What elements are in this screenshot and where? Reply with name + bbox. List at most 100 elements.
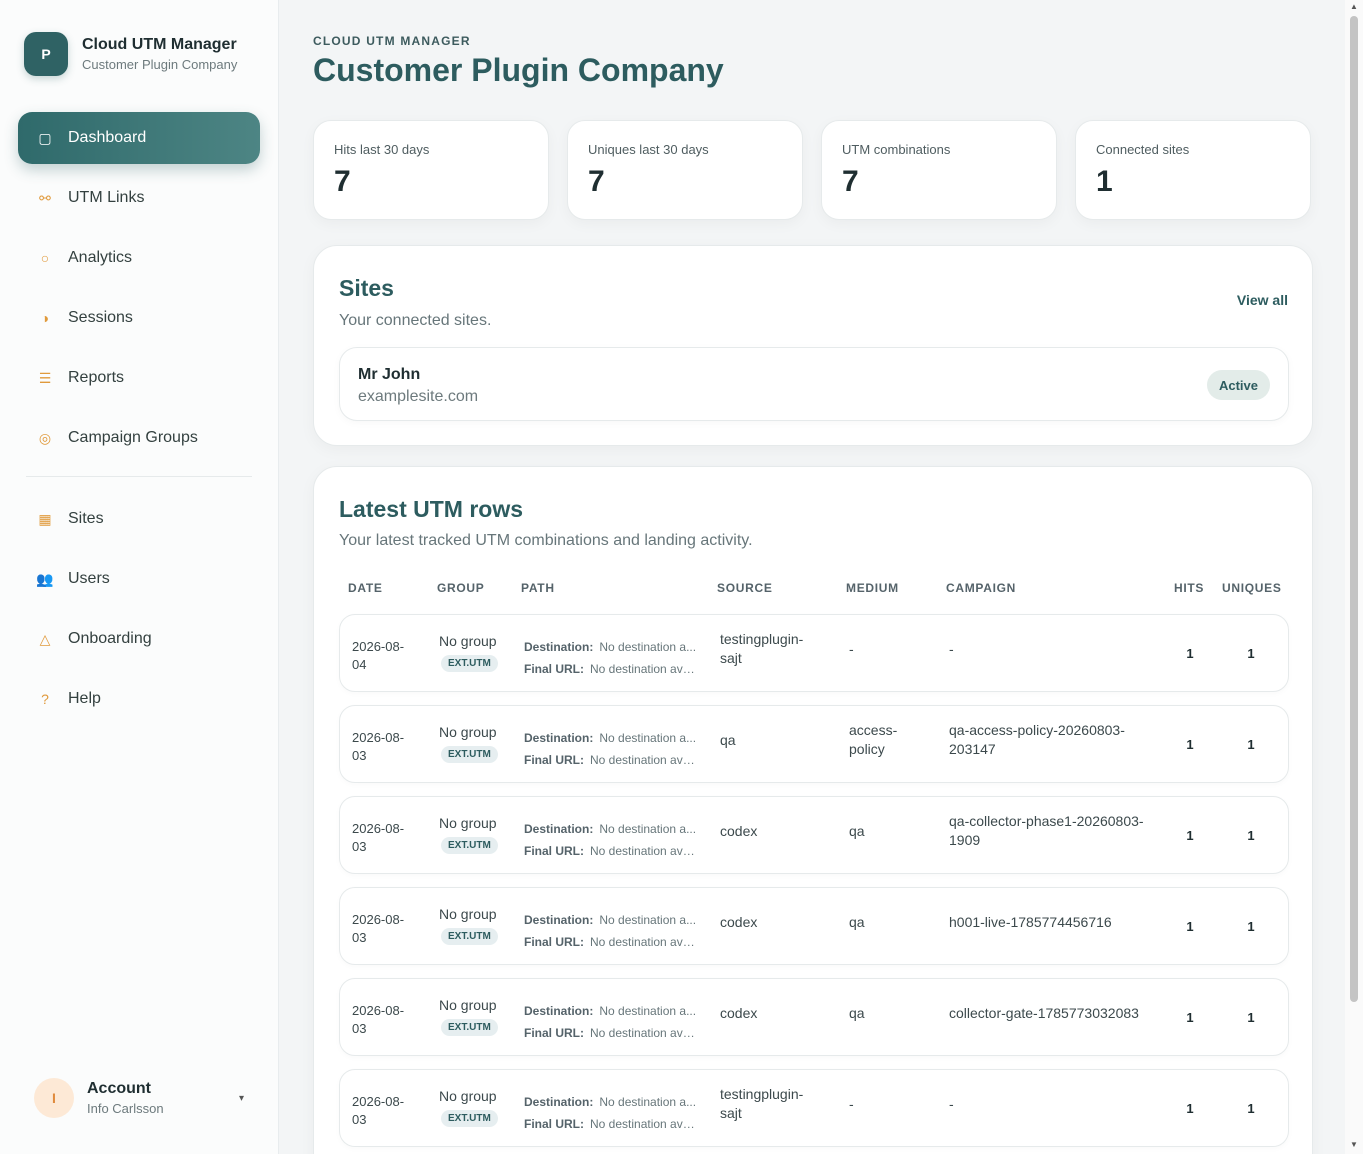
row-date: 2026-08- 03 — [352, 911, 422, 947]
campaign-line1: collector-gate-1785773032083 — [949, 1005, 1139, 1021]
final-url-value: No destination avai... — [590, 1117, 700, 1131]
brand-subtitle: Customer Plugin Company — [82, 57, 238, 72]
row-source: qa — [720, 731, 830, 750]
scrollbar[interactable]: ▲ ▼ — [1345, 0, 1363, 1154]
view-all-link[interactable]: View all — [1237, 292, 1288, 308]
table-row[interactable]: 2026-08- 03 No group EXT.UTM Destination: No … — [339, 1069, 1289, 1147]
destination-label: Destination: — [524, 822, 594, 836]
source-line1: codex — [720, 1005, 758, 1021]
account-name: Info Carlsson — [87, 1101, 164, 1116]
table-row[interactable]: 2026-08- 03 No group EXT.UTM Destination: No … — [339, 978, 1289, 1056]
sidebar-item-utm-links[interactable]: ⚯ UTM Links — [18, 172, 260, 224]
campaign-line2: 203147 — [949, 741, 996, 757]
sidebar-item-reports[interactable]: ☰ Reports — [18, 352, 260, 404]
row-medium: access-policy — [849, 721, 929, 759]
stat-value: 7 — [842, 165, 859, 198]
row-date: 2026-08- 03 — [352, 1002, 422, 1038]
medium-line1: qa — [849, 914, 865, 930]
sidebar-nav: ▢ Dashboard ⚯ UTM Links ○ Analytics ◑ Se… — [18, 112, 260, 733]
row-date-line2: 04 — [352, 657, 367, 672]
row-path: Destination: No destination a... Final URL… — [524, 636, 700, 680]
group-badge: EXT.UTM — [441, 837, 498, 854]
row-hits: 1 — [1186, 646, 1194, 661]
sidebar-item-label: Sessions — [68, 309, 133, 326]
row-medium: qa — [849, 1004, 929, 1023]
row-group: No group EXT.UTM — [439, 906, 509, 945]
final-url-label: Final URL: — [524, 662, 584, 676]
final-url-label: Final URL: — [524, 1026, 584, 1040]
scrollbar-thumb[interactable] — [1350, 16, 1358, 1002]
row-campaign: qa-collector-phase1-20260803- 1909 — [949, 812, 1159, 850]
group-name: No group — [439, 906, 497, 922]
row-date: 2026-08- 03 — [352, 820, 422, 856]
circle-icon: ○ — [40, 250, 50, 266]
row-group: No group EXT.UTM — [439, 997, 509, 1036]
group-name: No group — [439, 997, 497, 1013]
row-medium: - — [849, 640, 929, 659]
medium-line1: access- — [849, 722, 898, 738]
row-date-line1: 2026-08- — [352, 912, 405, 927]
status-badge: Active — [1206, 370, 1270, 400]
sidebar-item-label: Dashboard — [68, 129, 147, 146]
sidebar-item-sessions[interactable]: ◑ Sessions — [18, 292, 260, 344]
row-date: 2026-08- 03 — [352, 1093, 422, 1129]
group-name: No group — [439, 815, 497, 831]
row-uniques: 1 — [1247, 1101, 1255, 1116]
utm-title: Latest UTM rows — [339, 496, 524, 522]
stat-card-utm-combinations: UTM combinations 7 — [821, 120, 1057, 220]
table-row[interactable]: 2026-08- 03 No group EXT.UTM Destination: No … — [339, 796, 1289, 874]
stat-label: Uniques last 30 days — [588, 142, 709, 157]
row-hits: 1 — [1186, 828, 1194, 843]
chevron-down-icon[interactable]: ▾ — [239, 1093, 244, 1104]
sidebar-item-campaign-groups[interactable]: ◎ Campaign Groups — [18, 412, 260, 464]
column-header-source: SOURCE — [717, 581, 773, 595]
row-path: Destination: No destination a... Final URL… — [524, 818, 700, 862]
destination-value: No destination a... — [599, 822, 697, 836]
sidebar-item-label: Sites — [68, 510, 104, 527]
sidebar-item-sites[interactable]: ▦ Sites — [18, 493, 260, 545]
source-line1: codex — [720, 823, 758, 839]
stat-card-connected-sites: Connected sites 1 — [1075, 120, 1311, 220]
scroll-down-icon[interactable]: ▼ — [1350, 1140, 1358, 1149]
table-row[interactable]: 2026-08- 03 No group EXT.UTM Destination: No … — [339, 887, 1289, 965]
table-row[interactable]: 2026-08- 04 No group EXT.UTM Destination: No … — [339, 614, 1289, 692]
help-icon: ? — [41, 691, 49, 707]
final-url-value: No destination avai... — [590, 935, 700, 949]
scroll-up-icon[interactable]: ▲ — [1350, 2, 1358, 11]
sidebar-item-analytics[interactable]: ○ Analytics — [18, 232, 260, 284]
sidebar-item-users[interactable]: 👥 Users — [18, 553, 260, 605]
brand[interactable]: P Cloud UTM Manager Customer Plugin Comp… — [24, 32, 237, 76]
final-url-value: No destination avai... — [590, 1026, 700, 1040]
column-header-medium: MEDIUM — [846, 581, 899, 595]
page-eyebrow: CLOUD UTM MANAGER — [313, 34, 471, 48]
table-row[interactable]: 2026-08- 03 No group EXT.UTM Destination: No … — [339, 705, 1289, 783]
row-campaign: - — [949, 1095, 1159, 1114]
destination-value: No destination a... — [599, 640, 697, 654]
final-url-value: No destination avai... — [590, 662, 700, 676]
sidebar-item-label: Users — [68, 570, 110, 587]
target-icon: ◎ — [38, 429, 52, 446]
campaign-line2: 1909 — [949, 832, 981, 848]
row-path: Destination: No destination a... Final URL… — [524, 1091, 700, 1135]
row-uniques: 1 — [1247, 828, 1255, 843]
group-badge: EXT.UTM — [441, 1110, 498, 1127]
stats-row: Hits last 30 days 7 Uniques last 30 days… — [313, 120, 1313, 220]
campaign-line1: h001-live-1785774456716 — [949, 914, 1112, 930]
group-name: No group — [439, 1088, 497, 1104]
sidebar-item-dashboard[interactable]: ▢ Dashboard — [18, 112, 260, 164]
group-name: No group — [439, 633, 497, 649]
site-row[interactable]: Mr John examplesite.com Active — [339, 347, 1289, 421]
sidebar-item-help[interactable]: ? Help — [18, 673, 260, 725]
account-menu[interactable]: I Account Info Carlsson ▾ — [34, 1078, 244, 1118]
final-url-label: Final URL: — [524, 844, 584, 858]
source-line1: qa — [720, 732, 736, 748]
site-name: Mr John — [358, 366, 421, 383]
row-source: codex — [720, 1004, 830, 1023]
column-header-group: GROUP — [437, 581, 485, 595]
column-header-date: DATE — [348, 581, 383, 595]
campaign-line1: - — [949, 641, 954, 657]
stat-value: 7 — [588, 165, 605, 198]
group-name: No group — [439, 724, 497, 740]
row-source: testingplugin-sajt — [720, 1085, 830, 1123]
sidebar-item-onboarding[interactable]: △ Onboarding — [18, 613, 260, 665]
